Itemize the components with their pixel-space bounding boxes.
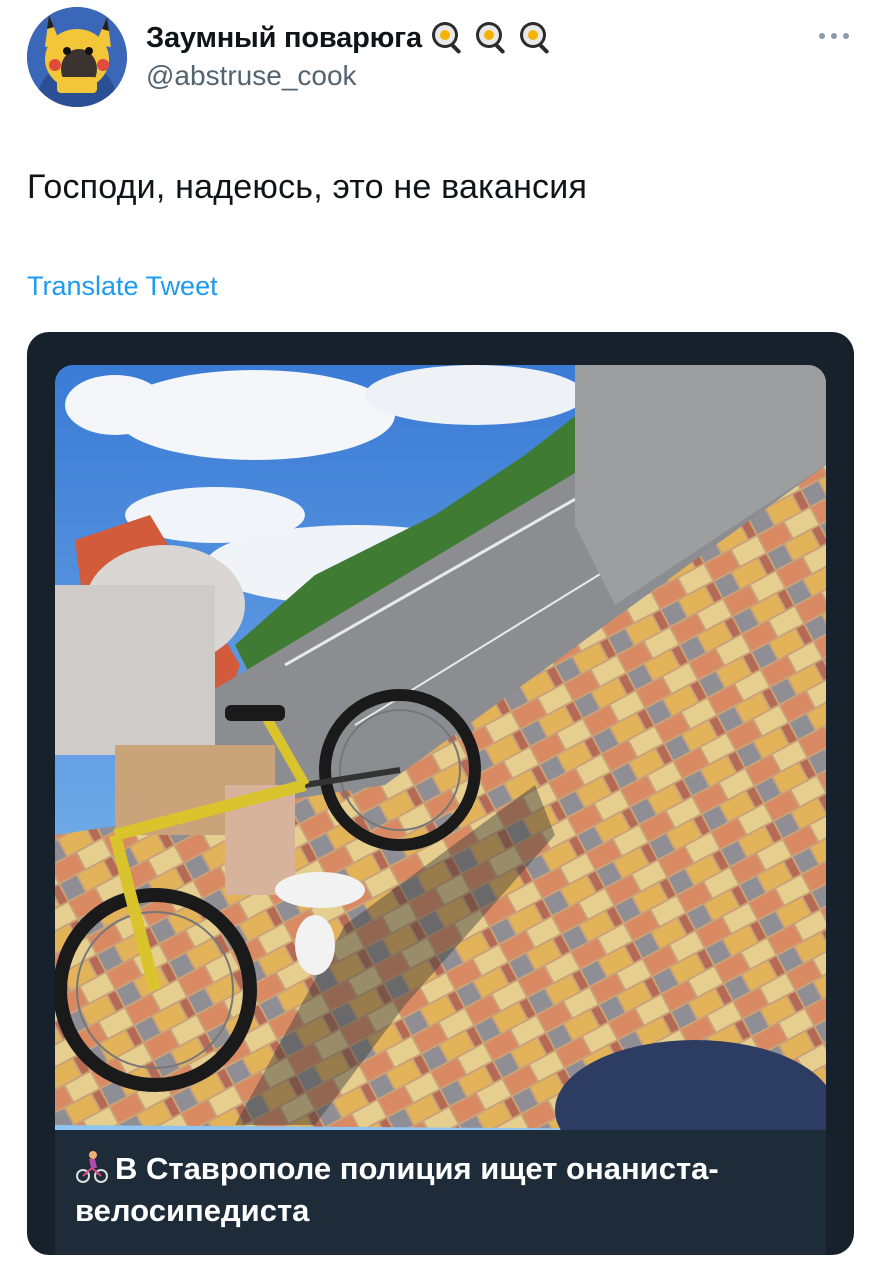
more-dots-icon [819,33,849,39]
more-options-button[interactable] [814,22,854,50]
cyclist-photo[interactable] [55,365,826,1130]
frying-pan-egg-icon [431,22,461,54]
media-caption-bar: В Ставрополе полиция ищет онаниста-велос… [55,1130,826,1255]
street-scene-image [55,365,826,1130]
user-handle[interactable]: @abstruse_cook [146,60,357,92]
avatar[interactable] [27,7,127,107]
translate-tweet-link[interactable]: Translate Tweet [27,271,218,302]
media-caption-text: В Ставрополе полиция ищет онаниста-велос… [75,1151,719,1228]
tweet-media[interactable]: В Ставрополе полиция ищет онаниста-велос… [27,332,854,1255]
frying-pan-egg-icon [519,22,549,54]
tweet-text: Господи, надеюсь, это не вакансия [27,168,588,206]
display-name[interactable]: Заумный поварюга [146,22,422,55]
woman-biking-icon [76,1151,108,1183]
display-name-row[interactable]: Заумный поварюга [146,16,554,60]
avatar-pikachu-image [27,7,127,107]
frying-pan-egg-icon [475,22,505,54]
media-caption: В Ставрополе полиция ищет онаниста-велос… [75,1148,805,1232]
